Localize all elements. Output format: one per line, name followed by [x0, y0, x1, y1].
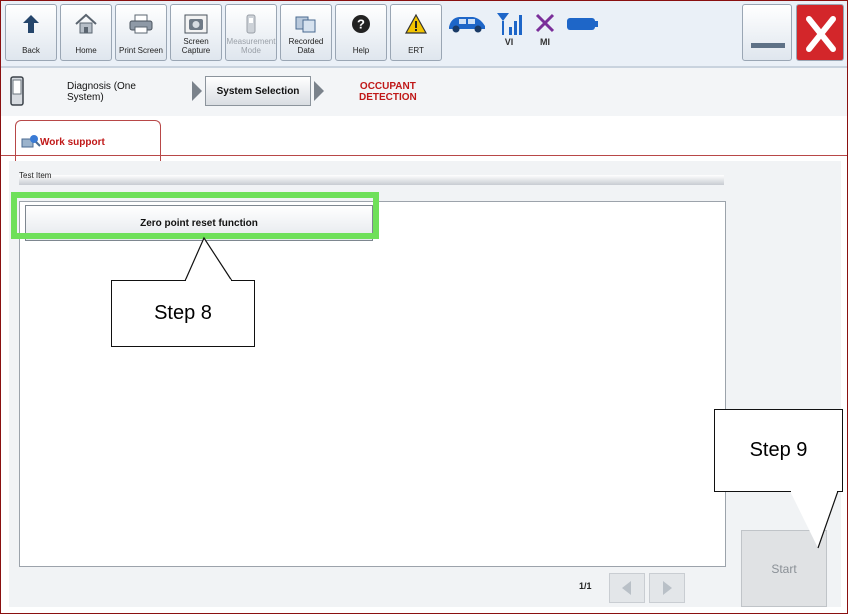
start-button[interactable]: Start [741, 530, 827, 607]
breadcrumb-arrow-icon [314, 81, 324, 101]
callout-step-9: Step 9 [714, 409, 843, 492]
vi-status: VI [491, 9, 527, 55]
list-item-zero-point-reset[interactable]: Zero point reset function [25, 205, 373, 241]
back-arrow-icon [23, 15, 39, 33]
breadcrumb: Diagnosis (One System) System Selection … [1, 68, 847, 117]
list-header-strip [19, 175, 724, 185]
breadcrumb-system-selection[interactable]: System Selection [205, 76, 311, 106]
device-icon [10, 76, 24, 106]
battery-icon [567, 18, 598, 30]
breadcrumb-arrow-icon [192, 81, 202, 101]
recorded-data-icon [295, 16, 316, 33]
disconnected-x-icon [535, 13, 555, 33]
minimize-icon [751, 43, 785, 48]
help-label: Help [352, 46, 370, 55]
printer-icon [129, 14, 153, 34]
triangle-left-icon [622, 581, 631, 595]
tab-bar: Work support [1, 116, 847, 162]
svg-text:?: ? [357, 17, 365, 32]
minimize-button[interactable] [742, 4, 792, 61]
back-button[interactable]: Back [5, 4, 57, 61]
home-button[interactable]: Home [60, 4, 112, 61]
screen-capture-label: Screen Capture [181, 37, 211, 55]
battery-status [563, 9, 603, 49]
vehicle-status [445, 9, 489, 55]
divider [1, 155, 847, 156]
mi-status: MI [529, 9, 561, 55]
mi-label: MI [540, 37, 550, 47]
triangle-right-icon [663, 581, 672, 595]
home-label: Home [75, 46, 97, 55]
breadcrumb-current: OCCUPANT DETECTION [359, 81, 417, 103]
page-indicator: 1/1 [579, 581, 592, 591]
recorded-data-button[interactable]: Recorded Data [280, 4, 332, 61]
ert-label: ERT [408, 46, 424, 55]
vi-label: VI [504, 37, 514, 47]
home-icon [75, 13, 97, 34]
car-icon [449, 17, 485, 33]
help-icon: ? [352, 15, 370, 33]
tab-label: Work support [40, 137, 105, 148]
measurement-mode-label: Measurement Mode [226, 37, 276, 55]
signal-icon [497, 13, 522, 35]
callout-step-8: Step 8 [111, 280, 255, 347]
close-icon [806, 16, 836, 52]
camera-icon [184, 14, 208, 34]
toolbar: Back Home Print Screen Screen Capture Me… [1, 1, 847, 68]
print-screen-label: Print Screen [118, 46, 164, 55]
page-next-button[interactable] [649, 573, 685, 603]
warning-icon [404, 13, 428, 34]
page-prev-button[interactable] [609, 573, 645, 603]
print-screen-button[interactable]: Print Screen [115, 4, 167, 61]
recorded-data-label: Recorded Data [288, 37, 324, 55]
measurement-mode-button[interactable]: Measurement Mode [225, 4, 277, 61]
pager: 1/1 [569, 569, 724, 605]
close-button[interactable] [796, 4, 844, 61]
measurement-icon [246, 14, 256, 34]
screen-capture-button[interactable]: Screen Capture [170, 4, 222, 61]
ert-button[interactable]: ERT [390, 4, 442, 61]
test-item-list: Zero point reset function [19, 201, 726, 567]
work-support-panel: Test Item Zero point reset function 1/1 … [9, 161, 841, 607]
help-button[interactable]: ? Help [335, 4, 387, 61]
back-label: Back [22, 46, 40, 55]
work-support-icon [21, 135, 41, 148]
list-header: Test Item [19, 171, 52, 180]
breadcrumb-diagnosis[interactable]: Diagnosis (One System) [67, 81, 136, 103]
